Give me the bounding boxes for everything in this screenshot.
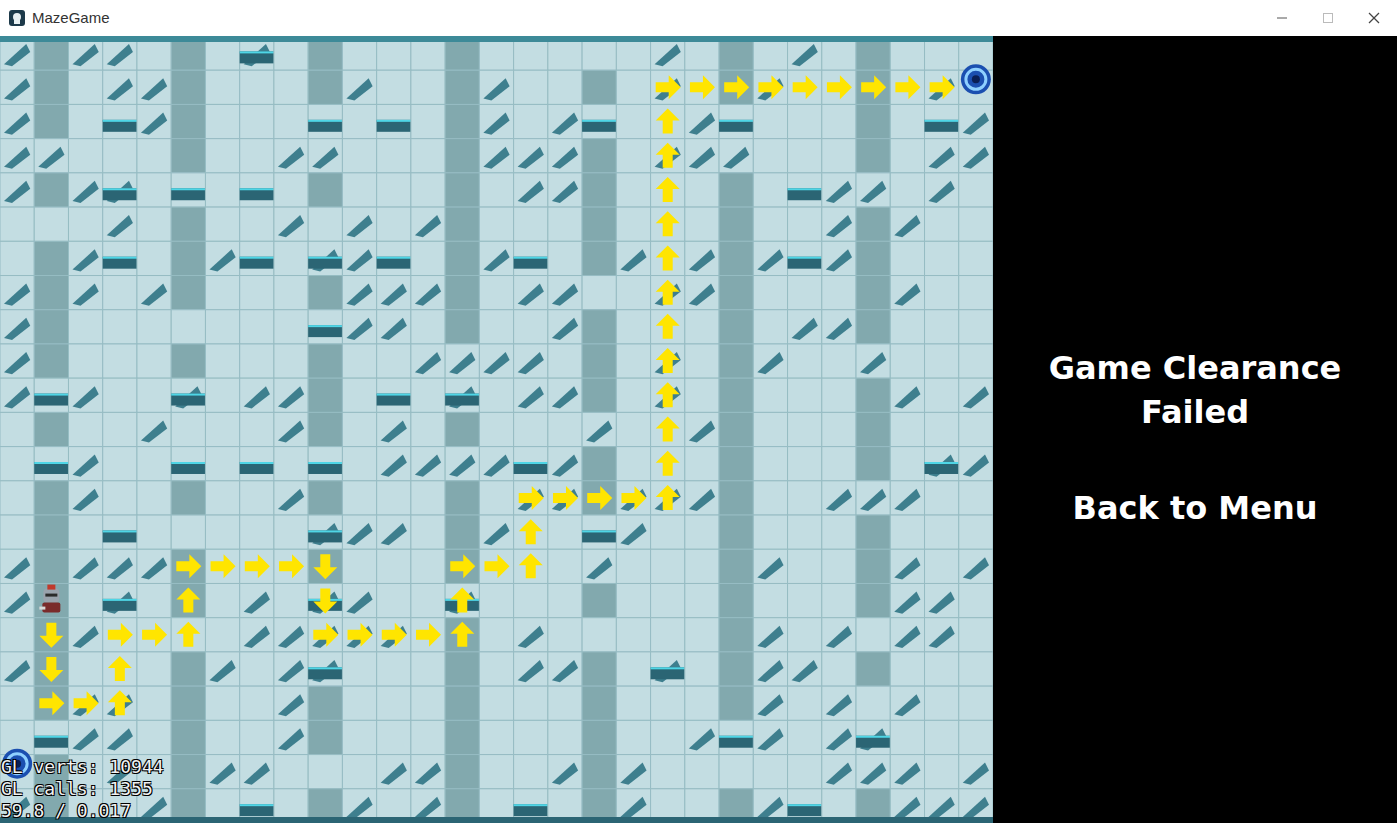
path-arrow-icon	[587, 486, 612, 510]
path-arrow-icon	[176, 554, 201, 578]
path-arrow-icon	[861, 75, 886, 99]
window-title: MazeGame	[32, 8, 110, 28]
minimize-button[interactable]	[1259, 0, 1305, 36]
minimize-icon	[1276, 12, 1288, 24]
path-arrow-icon	[656, 382, 680, 407]
path-arrow-icon	[313, 554, 337, 579]
goal-portal-icon	[961, 64, 991, 94]
path-arrow-icon	[176, 622, 200, 647]
path-arrow-icon	[656, 280, 680, 305]
path-arrow-icon	[382, 623, 407, 647]
solution-path	[39, 75, 954, 715]
path-arrow-icon	[108, 623, 133, 647]
path-arrow-icon	[519, 486, 544, 510]
close-icon	[1368, 12, 1380, 24]
path-arrow-icon	[416, 623, 441, 647]
maze-board: GL verts: 10944GL calls: 135559.8 / 0.01…	[0, 36, 993, 823]
path-arrow-icon	[656, 417, 680, 442]
close-button[interactable]	[1351, 0, 1397, 36]
path-arrow-icon	[39, 623, 63, 648]
path-arrow-icon	[39, 657, 63, 682]
path-arrow-icon	[279, 554, 304, 578]
path-arrow-icon	[793, 75, 818, 99]
path-arrow-icon	[348, 623, 373, 647]
path-arrow-icon	[895, 75, 920, 99]
path-arrow-icon	[211, 554, 236, 578]
path-arrow-icon	[245, 554, 270, 578]
knight-icon	[39, 585, 60, 613]
path-arrow-icon	[142, 623, 167, 647]
window-controls	[1259, 0, 1397, 36]
path-arrow-icon	[519, 553, 543, 578]
path-arrow-icon	[656, 143, 680, 168]
title-group: MazeGame	[0, 8, 110, 28]
path-arrow-icon	[656, 485, 680, 510]
path-arrow-icon	[553, 486, 578, 510]
path-arrow-icon	[690, 75, 715, 99]
maze-grid	[0, 36, 993, 823]
title-bar: MazeGame	[0, 0, 1397, 36]
app-icon	[8, 9, 26, 27]
maximize-button[interactable]	[1305, 0, 1351, 36]
result-message: Game Clearance Failed	[993, 346, 1397, 434]
side-panel: Game Clearance Failed Back to Menu	[993, 36, 1397, 823]
path-arrow-icon	[313, 589, 337, 614]
path-arrow-icon	[930, 75, 955, 99]
game-area: GL verts: 10944GL calls: 135559.8 / 0.01…	[0, 36, 1397, 823]
path-arrow-icon	[656, 451, 680, 476]
path-arrow-icon	[176, 588, 200, 613]
stat-line: GL calls: 1355	[1, 778, 164, 800]
path-arrow-icon	[656, 75, 681, 99]
path-arrow-icon	[656, 109, 680, 134]
back-to-menu-button[interactable]: Back to Menu	[1065, 486, 1326, 530]
path-arrow-icon	[108, 690, 132, 715]
path-arrow-icon	[656, 245, 680, 270]
stat-line: 59.8 / 0.017	[1, 800, 164, 822]
stat-line: GL verts: 10944	[1, 756, 164, 778]
path-arrow-icon	[450, 588, 474, 613]
path-arrow-icon	[450, 622, 474, 647]
path-arrow-icon	[758, 75, 783, 99]
path-arrow-icon	[519, 519, 543, 544]
path-arrow-icon	[827, 75, 852, 99]
path-arrow-icon	[108, 656, 132, 681]
maximize-icon	[1322, 12, 1334, 24]
maze-tiles	[0, 36, 993, 823]
debug-stats: GL verts: 10944GL calls: 135559.8 / 0.01…	[1, 756, 164, 822]
app-window: MazeGame GL verts: 10944GL calls: 135559…	[0, 0, 1397, 823]
path-arrow-icon	[621, 486, 646, 510]
path-arrow-icon	[656, 348, 680, 373]
path-arrow-icon	[74, 691, 99, 715]
path-arrow-icon	[485, 554, 510, 578]
path-arrow-icon	[450, 554, 475, 578]
path-arrow-icon	[656, 177, 680, 202]
path-arrow-icon	[656, 314, 680, 339]
path-arrow-icon	[313, 623, 338, 647]
path-arrow-icon	[724, 75, 749, 99]
path-arrow-icon	[39, 691, 64, 715]
path-arrow-icon	[656, 211, 680, 236]
